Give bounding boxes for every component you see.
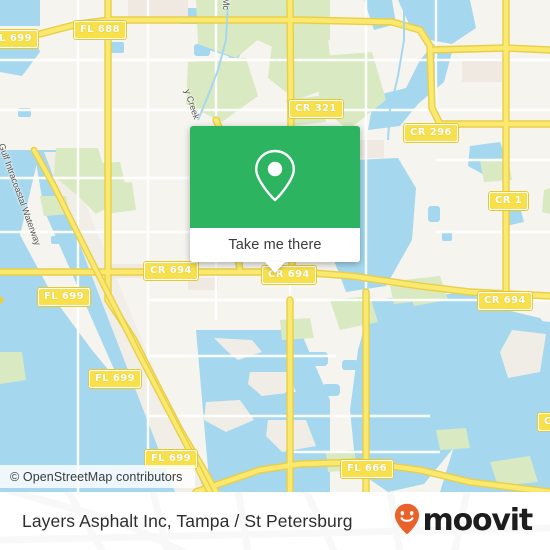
road-shield-cr694-c: CR 694 xyxy=(478,292,532,310)
location-pin-icon xyxy=(253,148,297,207)
road-shield-fl666: FL 666 xyxy=(341,460,393,478)
location-popup-card[interactable]: Take me there xyxy=(190,126,360,273)
popup-tail-pointer xyxy=(265,262,285,273)
map-canvas[interactable]: Gulf Intracoastal Waterway Mc y Creek FL… xyxy=(0,0,550,492)
road-shield-cr694-a: CR 694 xyxy=(144,262,198,280)
road-shield-fl699-b: FL 699 xyxy=(38,288,90,306)
take-me-there-button[interactable]: Take me there xyxy=(190,228,360,262)
place-title: Layers Asphalt Inc, Tampa / St Petersbur… xyxy=(22,492,353,550)
road-shield-fl699-c: FL 699 xyxy=(89,370,141,388)
place-title-text: Layers Asphalt Inc, Tampa / St Petersbur… xyxy=(22,510,353,531)
road-shield-cr1: CR 1 xyxy=(489,192,529,210)
road-shield-cr321: CR 321 xyxy=(289,100,343,118)
moovit-logo[interactable]: moovit xyxy=(394,492,534,550)
road-shield-fl699-a: FL 699 xyxy=(0,30,38,48)
take-me-there-label: Take me there xyxy=(228,237,322,253)
moovit-wordmark: moovit xyxy=(422,503,534,538)
footer-bar: Layers Asphalt Inc, Tampa / St Petersbur… xyxy=(0,492,550,550)
popup-pin-area xyxy=(190,126,360,228)
moovit-smiley-pin-icon xyxy=(394,503,420,540)
road-shield-cr296: CR 296 xyxy=(404,124,458,142)
road-shield-fl688: FL 688 xyxy=(74,21,126,39)
map-screenshot: Gulf Intracoastal Waterway Mc y Creek FL… xyxy=(0,0,550,550)
road-shield-cr-edge: CR xyxy=(538,413,550,431)
map-label-mcmullen: Mc xyxy=(221,0,231,10)
osm-attribution-text: © OpenStreetMap contributors xyxy=(10,469,183,484)
osm-attribution[interactable]: © OpenStreetMap contributors xyxy=(0,465,195,488)
